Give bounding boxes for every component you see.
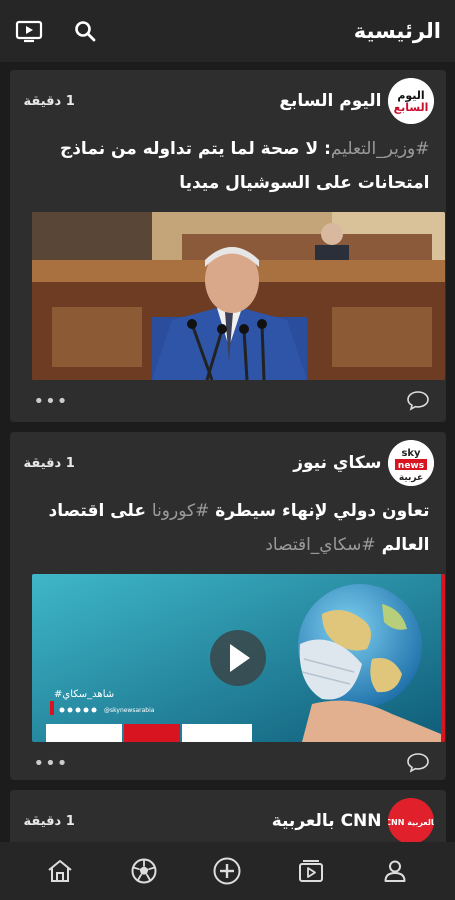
card-header: 1 دقيقة sky news عربية سكاي نيوز	[10, 432, 446, 494]
source-logo: sky news عربية	[387, 440, 434, 486]
home-icon[interactable]	[40, 851, 80, 891]
card-header: 1 دقيقة اليوم السابع اليوم السابع	[10, 70, 446, 132]
header-actions	[14, 16, 100, 46]
news-video[interactable]: #شاهد_سكاي @skynewsarabia	[31, 574, 445, 742]
source-logo: بالعربية CNN	[387, 798, 434, 842]
card-footer: •••	[10, 380, 446, 424]
post-time: 1 دقيقة	[23, 813, 75, 829]
tv-icon[interactable]	[14, 16, 44, 46]
hashtag-link[interactable]: #سكاي_اقتصاد	[265, 535, 375, 555]
news-card[interactable]: 1 دقيقة sky news عربية سكاي نيوز تعاون د…	[9, 432, 446, 780]
logo-text: عربية	[398, 473, 422, 483]
news-card[interactable]: 1 دقيقة اليوم السابع اليوم السابع #وزير_…	[9, 70, 446, 424]
post-time: 1 دقيقة	[23, 455, 75, 471]
logo-text: sky	[401, 448, 421, 459]
logo-text: السابع	[393, 101, 428, 114]
video-icon[interactable]	[291, 851, 331, 891]
page-title: الرئيسية	[353, 19, 441, 43]
headline-text: تعاون دولي لإنهاء سيطرة	[209, 501, 430, 521]
sports-ball-icon[interactable]	[124, 851, 164, 891]
video-overlay-handle: @skynewsarabia	[104, 707, 155, 714]
card-footer: •••	[10, 742, 446, 786]
video-overlay-hashtag: #شاهد_سكاي	[54, 689, 114, 700]
card-header: 1 دقيقة بالعربية CNN CNN بالعربية	[10, 790, 446, 842]
logo-text: news	[397, 461, 423, 471]
news-card[interactable]: 1 دقيقة بالعربية CNN CNN بالعربية	[9, 790, 446, 842]
comment-icon[interactable]	[406, 389, 430, 415]
more-options-icon[interactable]: •••	[34, 755, 69, 773]
profile-icon[interactable]	[375, 851, 415, 891]
source-info[interactable]: اليوم السابع اليوم السابع	[279, 78, 434, 124]
headline[interactable]: #وزير_التعليم: لا صحة لما يتم تداوله من …	[10, 132, 446, 200]
comment-icon[interactable]	[406, 751, 430, 777]
hashtag-link[interactable]: #وزير_التعليم	[331, 139, 430, 159]
news-image[interactable]	[31, 212, 445, 380]
source-name[interactable]: سكاي نيوز	[293, 453, 381, 473]
search-icon[interactable]	[70, 16, 100, 46]
top-app-bar: الرئيسية	[0, 0, 455, 62]
source-info[interactable]: بالعربية CNN CNN بالعربية	[272, 798, 434, 842]
hashtag-link[interactable]: #كورونا	[152, 501, 209, 521]
news-feed[interactable]: 1 دقيقة اليوم السابع اليوم السابع #وزير_…	[0, 62, 455, 842]
source-info[interactable]: sky news عربية سكاي نيوز	[293, 440, 434, 486]
headline[interactable]: تعاون دولي لإنهاء سيطرة #كورونا على اقتص…	[10, 494, 446, 562]
source-name[interactable]: اليوم السابع	[279, 91, 381, 111]
logo-text: بالعربية CNN	[388, 818, 434, 827]
post-time: 1 دقيقة	[23, 93, 75, 109]
more-options-icon[interactable]: •••	[34, 393, 69, 411]
source-name[interactable]: CNN بالعربية	[272, 811, 382, 831]
app-root: الرئيسية 1 دقيقة اليوم السابع اليوم السا…	[0, 0, 455, 900]
add-circle-icon[interactable]	[207, 851, 247, 891]
source-logo: اليوم السابع	[387, 78, 434, 124]
bottom-navigation	[0, 842, 455, 900]
